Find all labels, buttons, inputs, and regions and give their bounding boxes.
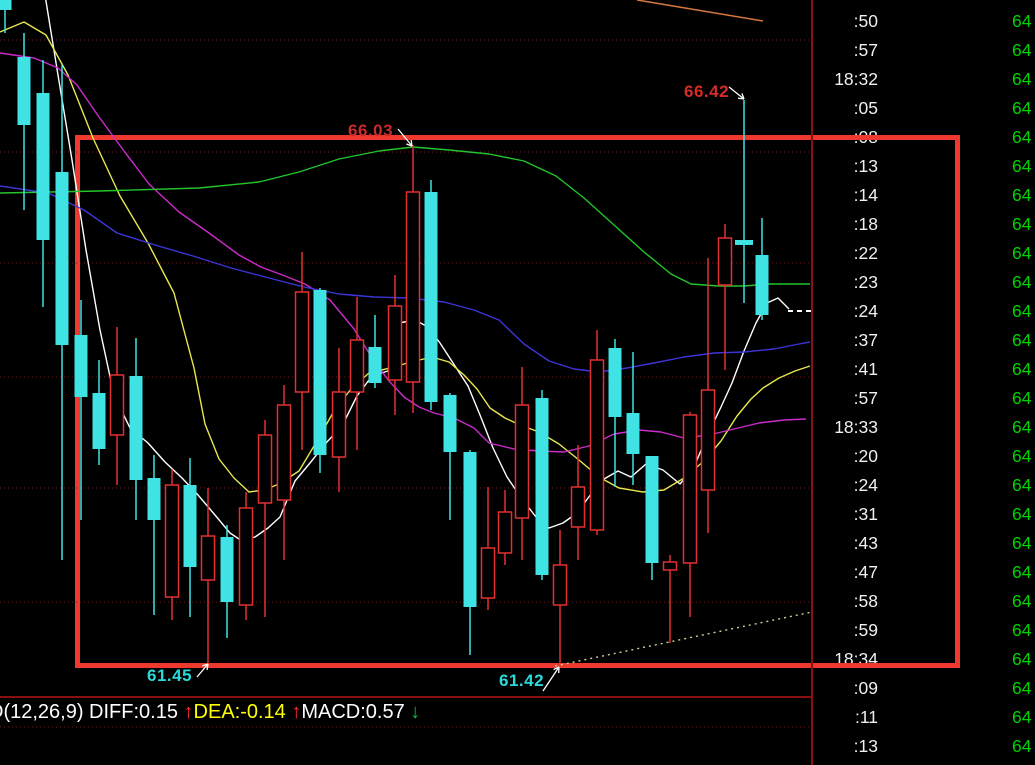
candle-body-up xyxy=(278,405,291,500)
candle-body-down xyxy=(93,393,106,449)
candle-body-down xyxy=(130,376,143,480)
trading-terminal-screen: :5064:576418:3264:0564:0864:1364:1464:18… xyxy=(0,0,1035,765)
ma-green xyxy=(0,147,810,286)
orange-trendline xyxy=(637,0,763,21)
price-callout-low-6142: 61.42 xyxy=(499,671,544,691)
candle-body-up xyxy=(296,292,309,392)
candle-body-up xyxy=(407,192,420,382)
candle-body-down xyxy=(18,57,31,125)
candle-body-up xyxy=(591,360,604,530)
candle-body-down xyxy=(756,255,769,315)
candle-body-down xyxy=(148,478,161,520)
candle-body-up xyxy=(572,487,585,527)
candle-body-up xyxy=(554,565,567,605)
candle-body-up xyxy=(166,485,179,597)
price-callout-high-6603: 66.03 xyxy=(348,121,393,141)
macd-indicator-readout: D(12,26,9) DIFF:0.15 ↑DEA:-0.14 ↑MACD:0.… xyxy=(0,701,420,724)
candle-body-down xyxy=(425,192,438,402)
indicator-part: ↓ xyxy=(410,701,420,723)
candle-body-down xyxy=(37,93,50,240)
candle-body-up xyxy=(259,435,272,503)
candle-body-up xyxy=(719,238,732,285)
callout-arrow xyxy=(729,87,744,99)
candle-body-down xyxy=(0,0,12,10)
candle-open-tick xyxy=(735,240,753,245)
callout-arrow xyxy=(398,129,412,146)
candle-body-down xyxy=(444,395,457,452)
candle-body-down xyxy=(536,398,549,575)
candle-body-down xyxy=(184,485,197,567)
indicator-part: MACD:0.57 xyxy=(301,701,410,723)
callout-arrowhead xyxy=(411,140,412,146)
candlestick-chart[interactable] xyxy=(0,0,1035,765)
candle-body-down xyxy=(369,347,382,383)
dotted-trendline xyxy=(555,612,812,666)
candle-body-up xyxy=(684,415,697,563)
candle-body-up xyxy=(202,536,215,580)
candle-body-down xyxy=(646,456,659,563)
candle-body-up xyxy=(240,508,253,605)
candle-body-down xyxy=(56,172,69,345)
indicator-part: D(12,26,9) DIFF:0.15 xyxy=(0,701,184,723)
candle-body-down xyxy=(627,413,640,454)
price-callout-high-6642: 66.42 xyxy=(684,82,729,102)
indicator-part: ↑ xyxy=(291,701,301,723)
candle-body-up xyxy=(702,390,715,490)
candle-body-up xyxy=(664,562,677,570)
candle-body-down xyxy=(609,348,622,417)
candle-body-up xyxy=(389,306,402,380)
candle-body-down xyxy=(221,537,234,602)
callout-arrow xyxy=(543,667,559,691)
price-callout-low-6145: 61.45 xyxy=(147,666,192,686)
candle-body-up xyxy=(516,405,529,518)
candle-body-up xyxy=(351,340,364,392)
candle-body-up xyxy=(333,392,346,457)
candle-body-up xyxy=(111,375,124,435)
candle-body-down xyxy=(75,335,88,397)
indicator-part: ↑ xyxy=(184,701,194,723)
candle-body-up xyxy=(499,512,512,553)
ma-blue xyxy=(0,186,810,372)
candle-body-down xyxy=(314,290,327,455)
indicator-part: DEA:-0.14 xyxy=(194,701,292,723)
candle-body-down xyxy=(464,452,477,607)
candle-body-up xyxy=(482,548,495,598)
